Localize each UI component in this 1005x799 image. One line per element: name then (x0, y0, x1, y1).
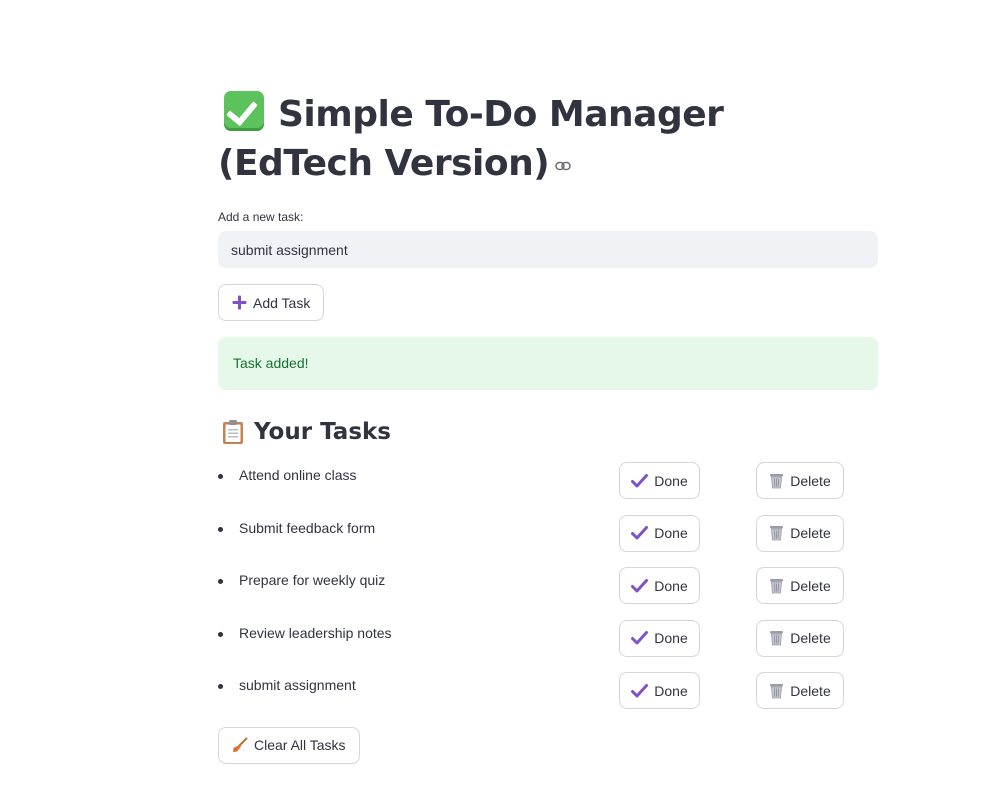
done-label: Done (654, 525, 688, 541)
success-alert: Task added! (218, 337, 878, 390)
delete-label: Delete (790, 630, 831, 646)
done-label: Done (654, 682, 688, 699)
wastebasket-icon (769, 473, 784, 489)
delete-button[interactable]: Delete (756, 514, 844, 552)
delete-label: Delete (790, 682, 831, 699)
done-button[interactable]: Done (619, 672, 700, 709)
page-title: Simple To-Do Manager (EdTech Version) (218, 90, 878, 188)
checkmark-icon (631, 631, 649, 645)
check-mark-icon (224, 91, 264, 131)
delete-label: Delete (790, 525, 831, 541)
wastebasket-icon (769, 525, 784, 541)
task-input-label: Add a new task: (218, 210, 304, 224)
task-item: Attend online class Done Delete (218, 462, 878, 515)
wastebasket-icon (769, 630, 784, 646)
task-text: Prepare for weekly quiz (239, 572, 386, 588)
task-list: Attend online class Done Delete Submit f… (218, 462, 878, 725)
plus-icon (232, 295, 247, 310)
done-button[interactable]: Done (619, 567, 700, 604)
task-item: Prepare for weekly quiz Done Delete (218, 567, 878, 620)
bullet-icon (218, 474, 223, 479)
checkmark-icon (631, 578, 649, 593)
clear-all-tasks-button[interactable]: Clear All Tasks (218, 726, 360, 764)
delete-label: Delete (790, 577, 831, 594)
task-text: Attend online class (239, 467, 357, 483)
checkmark-icon (631, 526, 649, 540)
done-label: Done (654, 472, 688, 489)
bullet-icon (218, 684, 223, 689)
task-item: Submit feedback form Done Delete (218, 514, 878, 568)
bullet-icon (218, 631, 223, 637)
clipboard-icon (222, 419, 244, 445)
task-text: Submit feedback form (239, 519, 376, 536)
delete-button[interactable]: Delete (756, 672, 844, 709)
done-button[interactable]: Done (619, 619, 700, 657)
done-button[interactable]: Done (619, 514, 700, 552)
done-label: Done (654, 577, 688, 594)
task-input[interactable] (218, 231, 878, 268)
add-task-label: Add Task (253, 294, 311, 311)
delete-label: Delete (790, 472, 831, 489)
done-button[interactable]: Done (619, 462, 700, 499)
delete-button[interactable]: Delete (756, 567, 844, 604)
task-text: Review leadership notes (239, 624, 392, 641)
link-icon[interactable] (555, 161, 571, 171)
bullet-icon (218, 526, 223, 532)
task-item: submit assignment Done Delete (218, 672, 878, 725)
broom-icon (232, 737, 248, 753)
done-label: Done (654, 630, 688, 646)
task-item: Review leadership notes Done Delete (218, 619, 878, 673)
main-container: Simple To-Do Manager (EdTech Version) Ad… (218, 90, 878, 764)
tasks-header: Your Tasks (218, 416, 878, 448)
wastebasket-icon (769, 578, 784, 594)
page-title-text: Simple To-Do Manager (EdTech Version) (218, 94, 724, 184)
delete-button[interactable]: Delete (756, 462, 844, 499)
task-text: submit assignment (239, 677, 356, 693)
checkmark-icon (631, 473, 649, 488)
tasks-header-text: Your Tasks (254, 419, 391, 445)
add-task-button[interactable]: Add Task (218, 284, 325, 321)
clear-all-label: Clear All Tasks (254, 737, 346, 753)
bullet-icon (218, 579, 223, 584)
wastebasket-icon (769, 683, 784, 699)
checkmark-icon (631, 683, 649, 698)
delete-button[interactable]: Delete (756, 619, 844, 657)
